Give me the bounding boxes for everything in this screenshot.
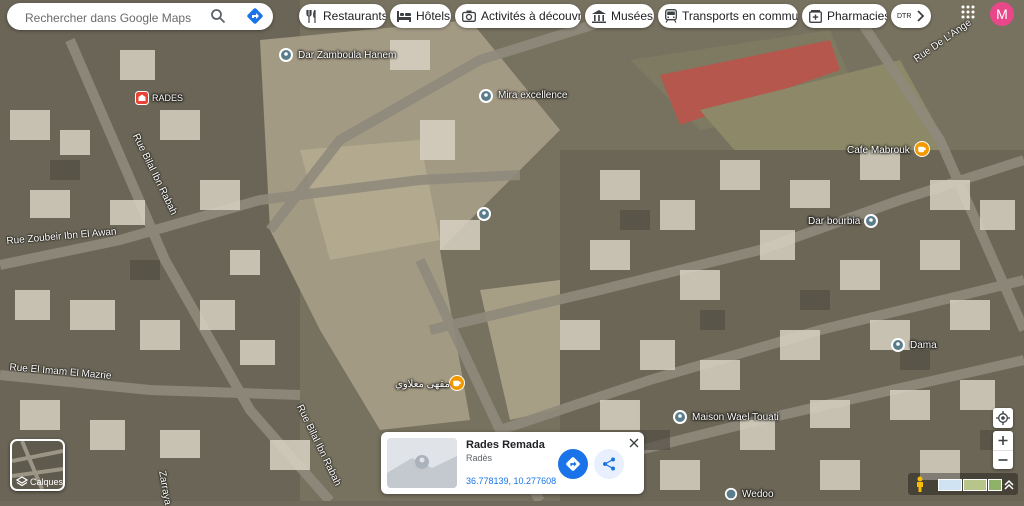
- my-location-button[interactable]: [993, 408, 1013, 428]
- place-marker-icon[interactable]: [724, 487, 738, 506]
- place-label[interactable]: Dama: [910, 340, 937, 351]
- place-label[interactable]: مقهى معلاوي: [395, 379, 450, 390]
- place-coordinates[interactable]: 36.778139, 10.277608: [466, 476, 556, 486]
- chip-label: Pharmacies: [827, 9, 887, 23]
- place-label[interactable]: Wedoo: [742, 489, 774, 500]
- directions-icon: [566, 457, 580, 471]
- share-button[interactable]: [594, 449, 624, 479]
- place-marker-icon[interactable]: [476, 206, 492, 227]
- chevron-right-icon[interactable]: [914, 9, 926, 23]
- directions-icon[interactable]: [246, 7, 264, 25]
- pharmacy-icon: [809, 9, 822, 23]
- place-label[interactable]: Mira excellence: [498, 90, 567, 101]
- chip-musees[interactable]: Musées: [585, 4, 654, 28]
- chip-label: Restaurants: [323, 9, 386, 23]
- chip-transports[interactable]: Transports en commun: [658, 4, 798, 28]
- plus-icon: [998, 436, 1008, 445]
- zoom-controls: [993, 431, 1013, 469]
- chip-activites[interactable]: Activités à découvrir: [455, 4, 581, 28]
- search-icon[interactable]: [210, 8, 226, 24]
- directions-button[interactable]: [558, 449, 588, 479]
- place-marker-icon[interactable]: [278, 47, 294, 68]
- share-icon: [603, 457, 615, 471]
- layers-label: Calques: [30, 477, 64, 487]
- zoom-out-button[interactable]: [993, 450, 1013, 469]
- place-title: Rades Remada: [466, 439, 545, 451]
- chip-hotels[interactable]: Hôtels: [390, 4, 451, 28]
- fork-knife-icon: [306, 9, 318, 23]
- close-icon[interactable]: [629, 435, 641, 448]
- place-marker-icon[interactable]: [890, 337, 906, 358]
- imagery-thumbnail[interactable]: [963, 479, 987, 491]
- expand-up-icon[interactable]: [1003, 478, 1015, 496]
- pegman-icon[interactable]: [915, 476, 925, 497]
- layers-icon: [15, 475, 29, 489]
- imagery-thumbnail[interactable]: [988, 479, 1002, 491]
- place-marker-icon[interactable]: [672, 409, 688, 430]
- transit-icon: [665, 9, 677, 23]
- place-marker-icon[interactable]: [863, 213, 879, 234]
- chip-label: Hôtels: [416, 9, 451, 23]
- place-marker-icon[interactable]: [478, 88, 494, 109]
- account-avatar[interactable]: M: [990, 2, 1014, 26]
- chip-pharmacies[interactable]: Pharmacies: [802, 4, 887, 28]
- place-subtitle: Radès: [466, 453, 493, 463]
- place-card[interactable]: Rades Remada Radès 36.778139, 10.277608: [381, 432, 644, 494]
- chip-label: Activités à découvrir: [481, 9, 581, 23]
- place-thumbnail[interactable]: [387, 438, 457, 488]
- imagery-thumbnail[interactable]: [938, 479, 962, 491]
- place-label[interactable]: RADES: [152, 93, 183, 103]
- zoom-in-button[interactable]: [993, 431, 1013, 450]
- search-input[interactable]: [23, 7, 207, 28]
- satellite-map[interactable]: [0, 0, 1024, 501]
- place-label[interactable]: Maison Wael Touati: [692, 412, 779, 423]
- cafe-marker-icon[interactable]: [449, 375, 465, 396]
- chip-label: Musées: [611, 9, 654, 23]
- chip-restaurants[interactable]: Restaurants: [299, 4, 386, 28]
- bed-icon: [397, 9, 411, 23]
- place-label[interactable]: Dar bourbia: [808, 216, 860, 227]
- search-box[interactable]: [7, 3, 273, 30]
- chip-label: DTR: [897, 12, 912, 20]
- camera-icon: [462, 9, 476, 23]
- museum-icon: [592, 9, 606, 23]
- place-label[interactable]: Dar Zamboula Hanem: [298, 50, 396, 61]
- chip-label: Transports en commun: [682, 9, 798, 23]
- place-label[interactable]: Cafe Mabrouk: [847, 145, 910, 156]
- chip-more[interactable]: DTR: [891, 4, 931, 28]
- bottom-toolbar: [908, 473, 1018, 495]
- city-marker-icon[interactable]: [135, 91, 149, 110]
- crosshair-icon: [996, 411, 1010, 425]
- cafe-marker-icon[interactable]: [914, 141, 930, 162]
- layers-button[interactable]: Calques: [10, 439, 65, 491]
- minus-icon: [998, 459, 1008, 461]
